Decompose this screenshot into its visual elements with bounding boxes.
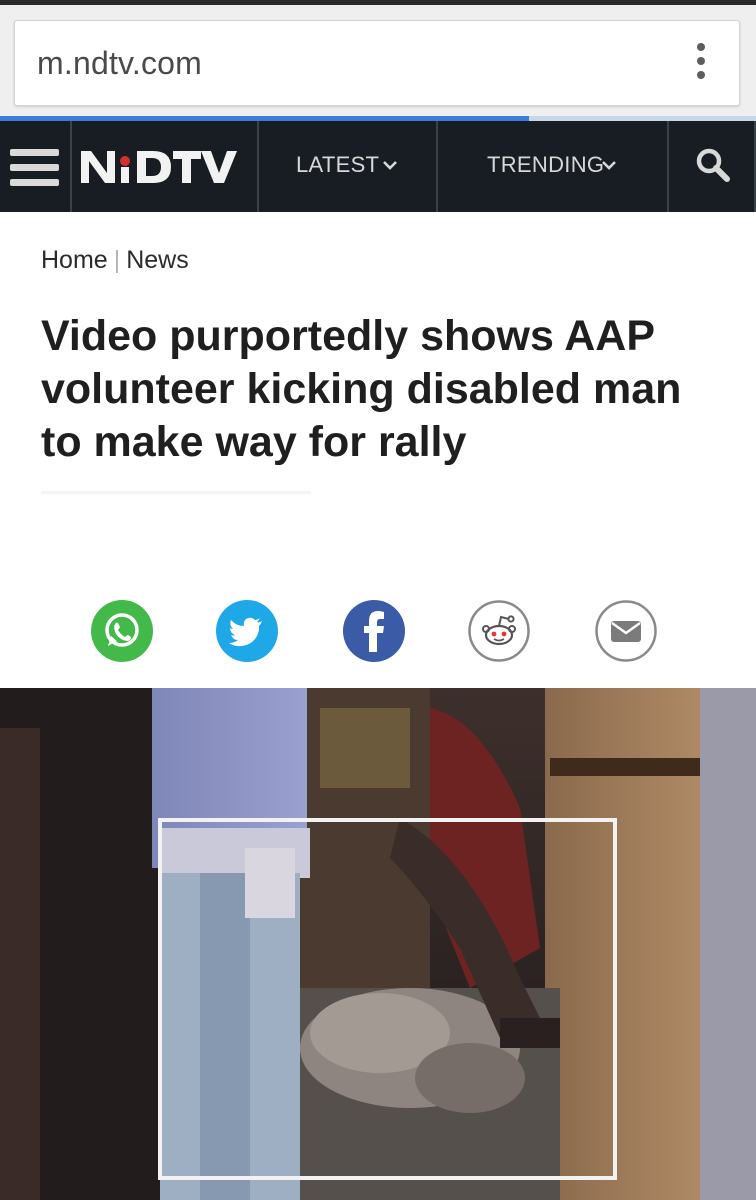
- overflow-menu-icon[interactable]: [691, 43, 711, 85]
- video-still-image: [0, 688, 756, 1200]
- breadcrumb: Home | News: [41, 246, 189, 275]
- nav-trending-label: TRENDING: [487, 152, 605, 177]
- ndtv-logo[interactable]: [72, 121, 259, 212]
- chevron-down-icon: [383, 161, 397, 170]
- reddit-icon: [468, 600, 530, 662]
- share-email-button[interactable]: [595, 600, 657, 662]
- search-button[interactable]: [669, 121, 756, 212]
- nav-latest[interactable]: LATEST: [259, 121, 438, 212]
- ndtv-logo-mark: [81, 151, 237, 183]
- chevron-down-icon: [602, 161, 616, 170]
- article-photo[interactable]: [0, 688, 756, 1200]
- share-reddit-button[interactable]: [468, 600, 530, 662]
- address-bar[interactable]: m.ndtv.com: [14, 20, 740, 106]
- search-icon: [696, 148, 730, 182]
- whatsapp-icon: [91, 600, 153, 662]
- browser-toolbar: m.ndtv.com: [0, 5, 756, 118]
- share-whatsapp-button[interactable]: [91, 600, 153, 662]
- article-headline: Video purportedly shows AAP volunteer ki…: [41, 312, 682, 466]
- share-facebook-button[interactable]: [343, 600, 405, 662]
- url-text[interactable]: m.ndtv.com: [37, 45, 202, 82]
- twitter-icon: [216, 600, 278, 662]
- breadcrumb-separator: |: [113, 246, 121, 274]
- hamburger-menu-icon[interactable]: [0, 121, 72, 212]
- breadcrumb-home[interactable]: Home: [41, 246, 108, 274]
- share-twitter-button[interactable]: [216, 600, 278, 662]
- nav-trending[interactable]: TRENDING: [438, 121, 669, 212]
- facebook-icon: [343, 600, 405, 662]
- email-icon: [595, 600, 657, 662]
- nav-latest-label: LATEST: [296, 152, 380, 177]
- breadcrumb-news[interactable]: News: [126, 246, 189, 274]
- byline-placeholder: [41, 491, 311, 494]
- site-nav-bar: LATEST TRENDING: [0, 121, 756, 212]
